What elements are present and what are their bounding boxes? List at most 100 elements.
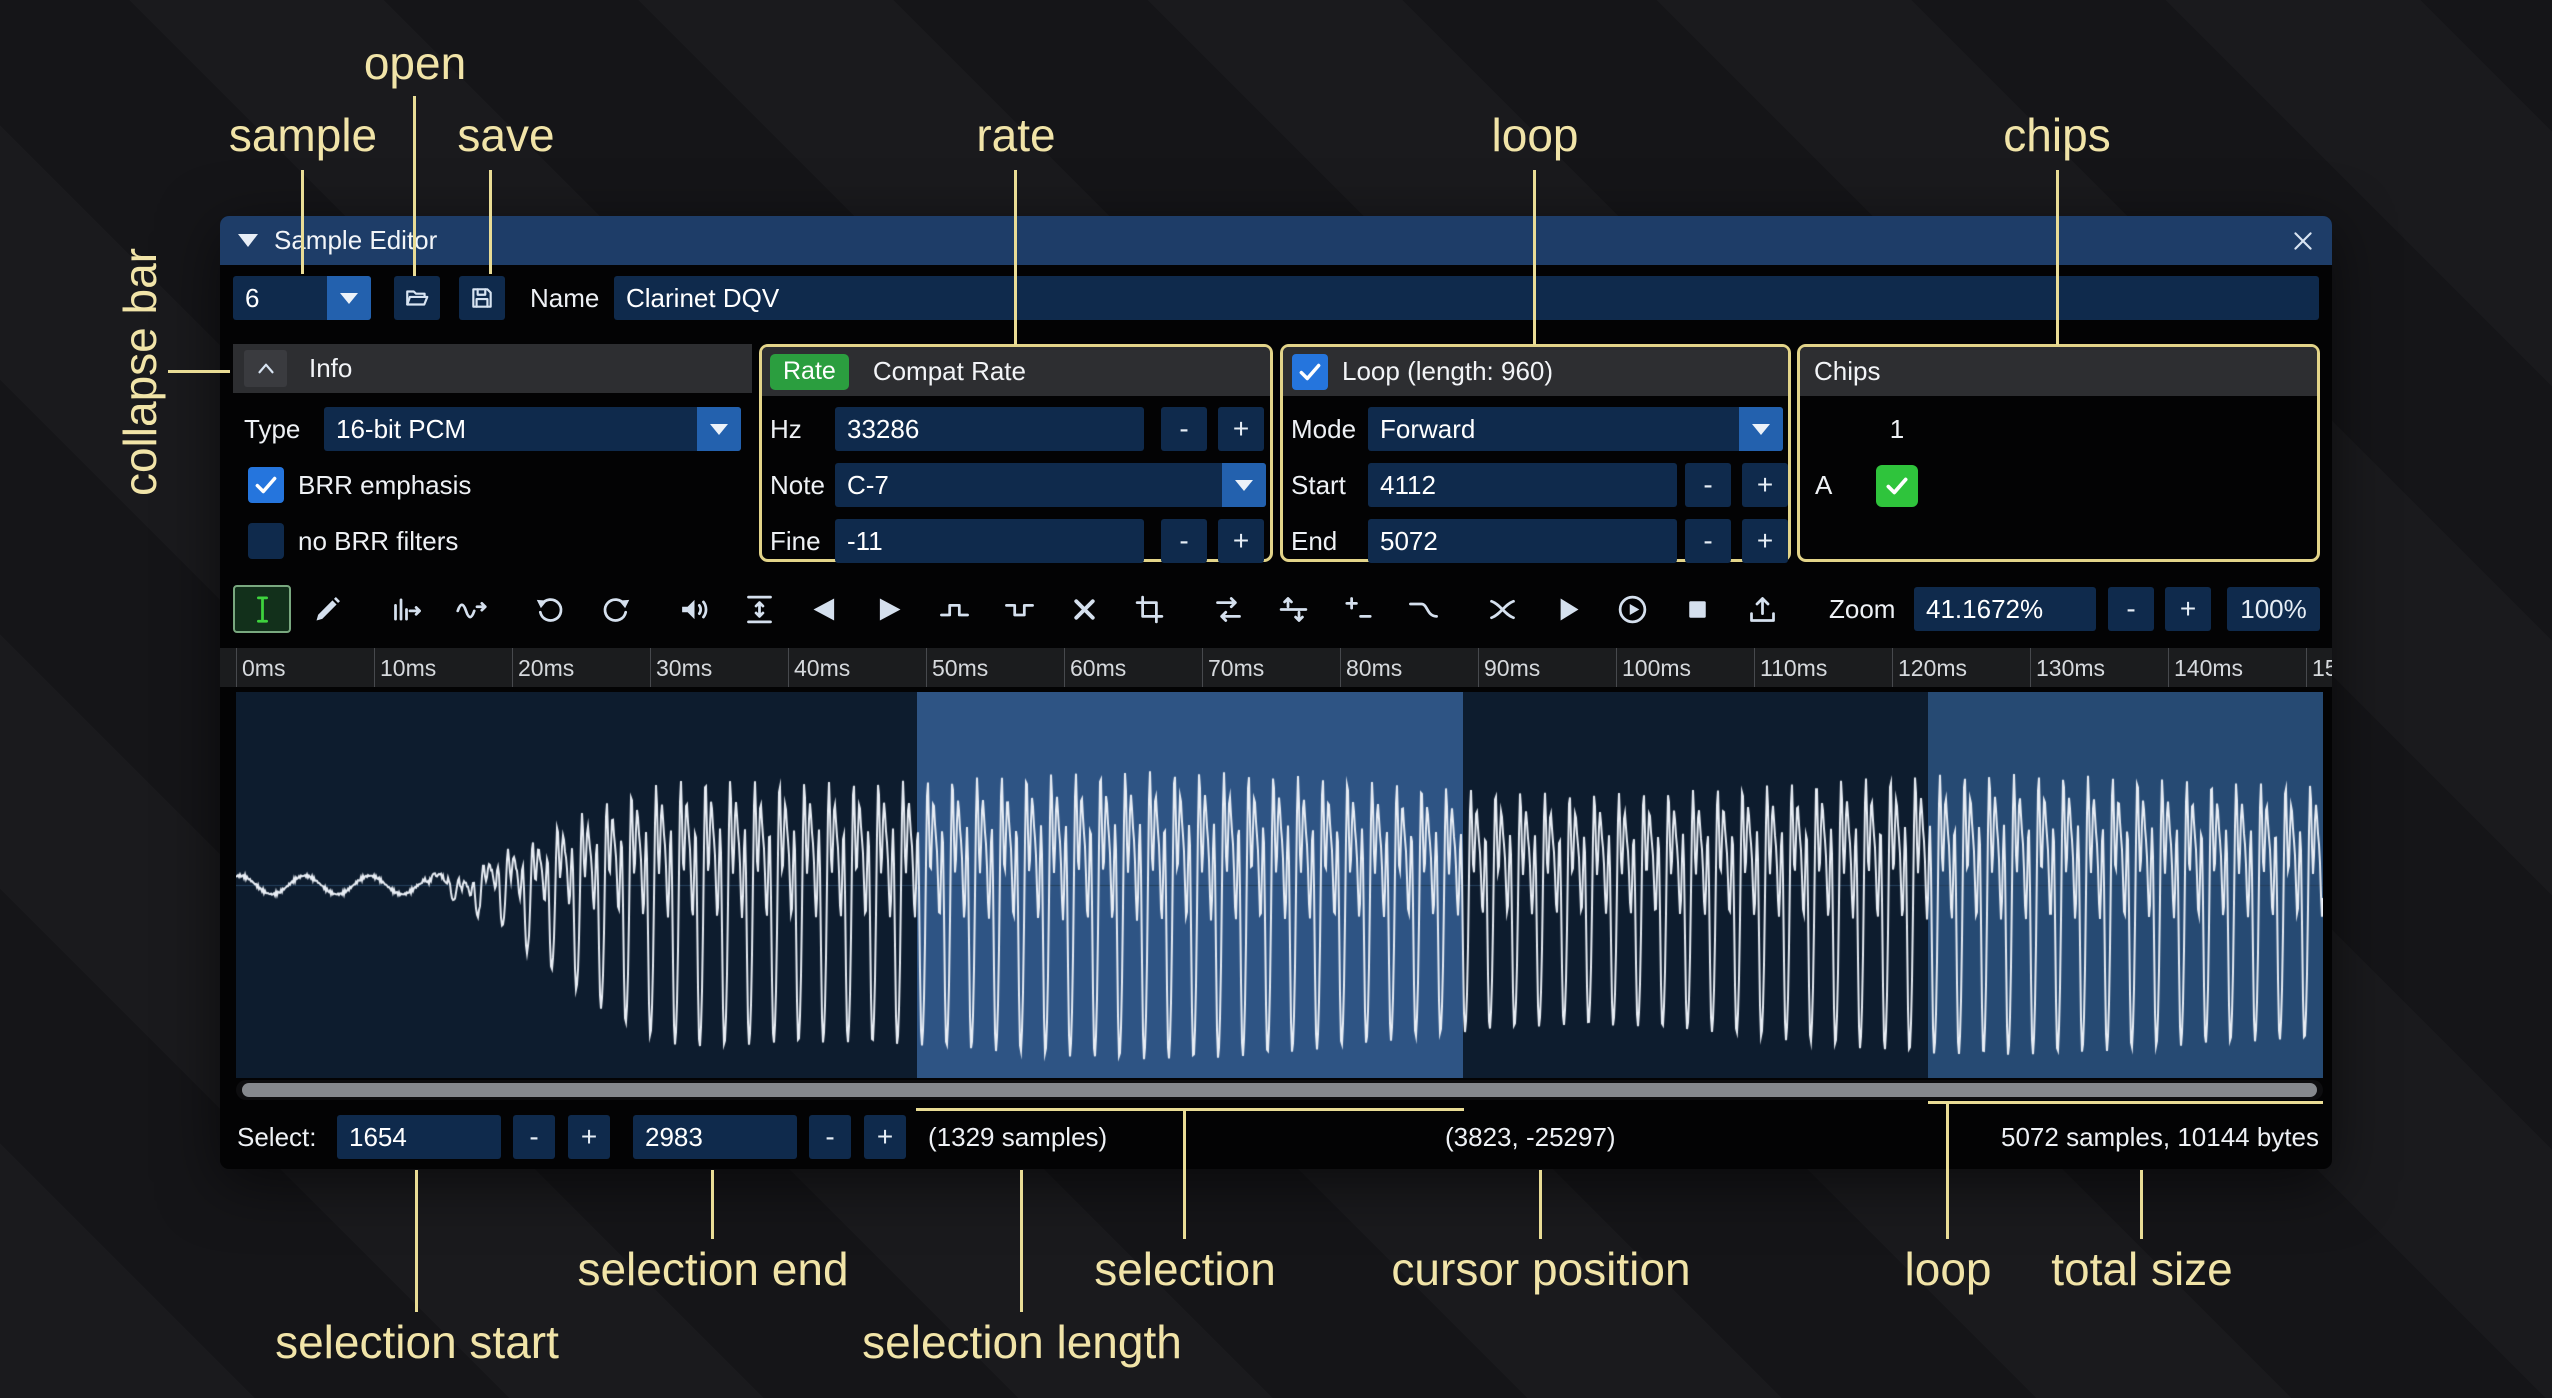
type-select[interactable]: 16-bit PCM xyxy=(324,407,741,451)
window-collapse-icon[interactable] xyxy=(238,234,258,247)
loop-end-plus-button[interactable]: + xyxy=(1742,519,1788,563)
delete-button[interactable] xyxy=(1055,585,1113,633)
open-button[interactable] xyxy=(394,276,440,320)
fine-input[interactable] xyxy=(835,519,1144,563)
close-button[interactable] xyxy=(2288,226,2318,256)
timeline-label: 100ms xyxy=(1622,655,1691,682)
zoom-reset-button[interactable]: 100% xyxy=(2227,587,2320,631)
zoom-input[interactable] xyxy=(1914,587,2096,631)
selection-start-input[interactable] xyxy=(337,1115,501,1159)
annotation-line-selection xyxy=(1183,1108,1186,1239)
annotation-collapse-bar: collapse bar xyxy=(113,248,167,496)
loop-start-minus-button[interactable]: - xyxy=(1685,463,1731,507)
total-size-text: 5072 samples, 10144 bytes xyxy=(2001,1115,2319,1159)
timeline-label: 40ms xyxy=(794,655,850,682)
selection-end-plus-button[interactable]: + xyxy=(864,1115,906,1159)
selection-start-plus-button[interactable]: + xyxy=(568,1115,610,1159)
waveform-canvas[interactable] xyxy=(236,692,2323,1078)
import-button[interactable] xyxy=(1733,585,1791,633)
loop-start-plus-button[interactable]: + xyxy=(1742,463,1788,507)
timeline-label: 90ms xyxy=(1484,655,1540,682)
edit-select-button[interactable] xyxy=(233,585,291,633)
zoom-in-button[interactable]: + xyxy=(2165,587,2211,631)
annotation-line-selection-length xyxy=(1020,1170,1023,1312)
waveform-scrollbar-track[interactable] xyxy=(236,1080,2323,1100)
edit-draw-button[interactable] xyxy=(298,585,356,633)
chevron-down-icon[interactable] xyxy=(327,276,371,320)
annotation-bracket-loop xyxy=(1928,1101,2323,1104)
annotation-line-sample xyxy=(301,170,304,274)
play-circle-icon xyxy=(1616,593,1649,626)
sample-editor-window: Sample Editor 6 Name Info Type 16-bit PC… xyxy=(220,216,2332,1169)
fine-plus-button[interactable]: + xyxy=(1218,519,1264,563)
annotation-line-cursor-position xyxy=(1539,1170,1542,1239)
loop-end-input[interactable] xyxy=(1368,519,1677,563)
annotation-line-loop xyxy=(1533,170,1536,345)
undo-button[interactable] xyxy=(521,585,579,633)
trim-button[interactable] xyxy=(1120,585,1178,633)
selection-end-minus-button[interactable]: - xyxy=(809,1115,851,1159)
selection-start-minus-button[interactable]: - xyxy=(513,1115,555,1159)
chevron-up-icon xyxy=(253,356,279,382)
crossfade-loop-button[interactable] xyxy=(1473,585,1531,633)
annotation-selection-start: selection start xyxy=(275,1315,559,1369)
preview-button[interactable] xyxy=(1538,585,1596,633)
chips-title: Chips xyxy=(1814,356,1880,387)
hz-plus-button[interactable]: + xyxy=(1218,407,1264,451)
signed-unsigned-button[interactable] xyxy=(1329,585,1387,633)
reverse-icon xyxy=(1212,593,1245,626)
apply-silence-button[interactable] xyxy=(990,585,1048,633)
normalize-button[interactable] xyxy=(730,585,788,633)
no-brr-filters-label: no BRR filters xyxy=(298,519,458,563)
no-brr-filters-checkbox[interactable] xyxy=(248,523,284,559)
pencil-icon xyxy=(311,593,344,626)
sample-select[interactable]: 6 xyxy=(233,276,371,320)
mode-label: Mode xyxy=(1291,407,1356,451)
name-input[interactable] xyxy=(614,276,2319,320)
loop-panel: Loop (length: 960) Mode Forward Start - … xyxy=(1280,344,1791,562)
save-icon xyxy=(469,285,495,311)
redo-icon xyxy=(599,593,632,626)
chevron-down-icon[interactable] xyxy=(1222,463,1266,507)
preview-loop-button[interactable] xyxy=(1603,585,1661,633)
fade-out-button[interactable] xyxy=(860,585,918,633)
chips-column-label: 1 xyxy=(1875,407,1919,451)
resize-button[interactable] xyxy=(377,585,435,633)
loop-enable-checkbox[interactable] xyxy=(1292,354,1328,390)
apply-silence-icon xyxy=(1003,593,1036,626)
filter-button[interactable] xyxy=(1394,585,1452,633)
selection-end-input[interactable] xyxy=(633,1115,797,1159)
selection-length-text: (1329 samples) xyxy=(928,1115,1107,1159)
select-label: Select: xyxy=(237,1115,317,1159)
loop-mode-select[interactable]: Forward xyxy=(1368,407,1783,451)
resample-button[interactable] xyxy=(442,585,500,633)
chevron-down-icon[interactable] xyxy=(1739,407,1783,451)
fine-minus-button[interactable]: - xyxy=(1161,519,1207,563)
insert-silence-button[interactable] xyxy=(925,585,983,633)
timeline-label: 30ms xyxy=(656,655,712,682)
loop-start-input[interactable] xyxy=(1368,463,1677,507)
zoom-out-button[interactable]: - xyxy=(2108,587,2154,631)
invert-button[interactable] xyxy=(1264,585,1322,633)
stop-button[interactable] xyxy=(1668,585,1726,633)
redo-button[interactable] xyxy=(586,585,644,633)
amplify-button[interactable] xyxy=(665,585,723,633)
chevron-down-icon[interactable] xyxy=(697,407,741,451)
collapse-bar-button[interactable] xyxy=(244,350,287,387)
save-button[interactable] xyxy=(459,276,505,320)
annotation-line-rate xyxy=(1014,170,1017,345)
brr-emphasis-checkbox[interactable] xyxy=(248,467,284,503)
chip-enable-checkbox[interactable] xyxy=(1876,465,1918,507)
reverse-button[interactable] xyxy=(1199,585,1257,633)
normalize-icon xyxy=(743,593,776,626)
chips-panel: Chips 1 A xyxy=(1797,344,2320,562)
waveform-scrollbar-handle[interactable] xyxy=(242,1083,2317,1097)
hz-minus-button[interactable]: - xyxy=(1161,407,1207,451)
loop-start-label: Start xyxy=(1291,463,1346,507)
annotation-save: save xyxy=(457,108,554,162)
loop-end-minus-button[interactable]: - xyxy=(1685,519,1731,563)
hz-input[interactable] xyxy=(835,407,1144,451)
fade-in-button[interactable] xyxy=(795,585,853,633)
note-select[interactable]: C-7 xyxy=(835,463,1266,507)
titlebar[interactable]: Sample Editor xyxy=(220,216,2332,265)
